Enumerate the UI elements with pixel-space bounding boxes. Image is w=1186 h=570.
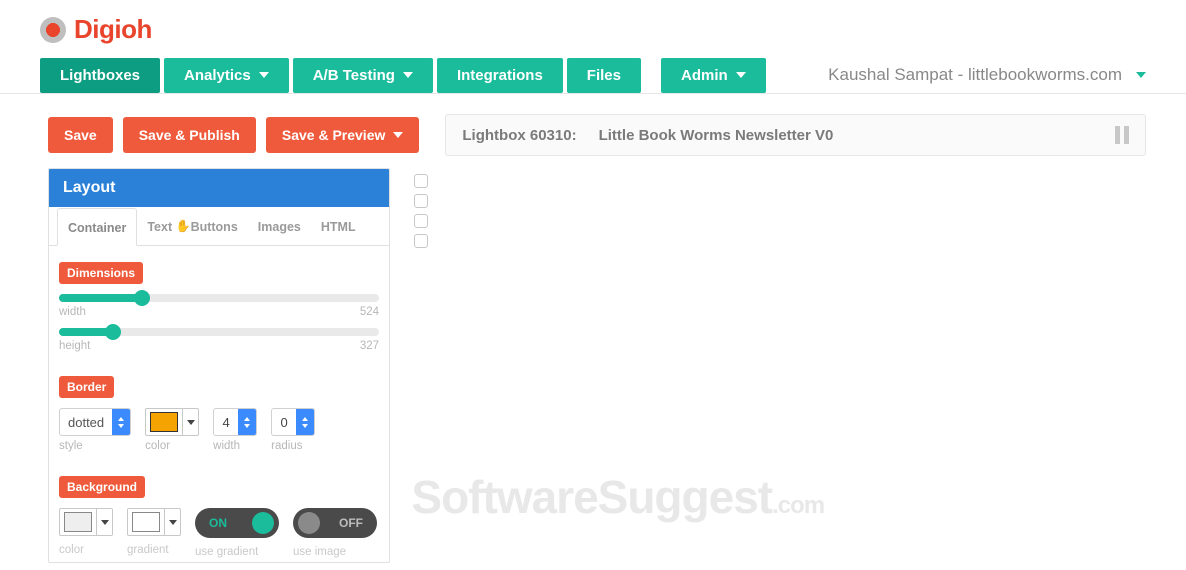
toggle-on-text: ON	[209, 516, 227, 530]
top-nav: Lightboxes Analytics A/B Testing Integra…	[0, 57, 1186, 94]
toggle-knob	[298, 512, 320, 534]
color-chip	[132, 512, 160, 532]
user-menu[interactable]: Kaushal Sampat - littlebookworms.com	[828, 57, 1146, 93]
border-badge: Border	[59, 376, 114, 398]
chevron-down-icon	[164, 509, 180, 535]
border-radius-input[interactable]: 0	[271, 408, 315, 436]
width-slider[interactable]: width 524	[59, 294, 379, 318]
stepper-icon[interactable]	[112, 408, 130, 436]
save-preview-button[interactable]: Save & Preview	[266, 117, 420, 153]
bg-gradient-picker[interactable]	[127, 508, 181, 536]
border-style-value: dotted	[60, 415, 112, 430]
toggle-off-text: OFF	[339, 516, 363, 530]
nav-admin[interactable]: Admin	[661, 58, 766, 93]
border-radius-label: radius	[271, 440, 315, 452]
nav-lightboxes[interactable]: Lightboxes	[40, 58, 160, 93]
checkbox[interactable]	[414, 194, 428, 208]
nav-integrations-label: Integrations	[457, 67, 543, 84]
logo-area: Digioh	[0, 0, 1186, 57]
user-menu-label: Kaushal Sampat - littlebookworms.com	[828, 65, 1122, 85]
nav-integrations[interactable]: Integrations	[437, 58, 563, 93]
chevron-down-icon	[1136, 72, 1146, 78]
layout-tabs: Container Text ✋Buttons Images HTML	[49, 207, 389, 246]
layout-panel: Layout Container Text ✋Buttons Images HT…	[48, 168, 390, 563]
tab-buttons-label: Buttons	[191, 220, 238, 234]
save-publish-label: Save & Publish	[139, 127, 240, 143]
bg-color-picker[interactable]	[59, 508, 113, 536]
color-chip	[150, 412, 178, 432]
background-badge: Background	[59, 476, 145, 498]
nav-analytics-label: Analytics	[184, 67, 251, 84]
nav-admin-label: Admin	[681, 67, 728, 84]
save-button-label: Save	[64, 127, 97, 143]
stepper-icon[interactable]	[296, 408, 314, 436]
nav-files[interactable]: Files	[567, 58, 641, 93]
nav-files-label: Files	[587, 67, 621, 84]
chevron-down-icon	[393, 132, 403, 138]
lightbox-title-bar: Lightbox 60310: Little Book Worms Newsle…	[445, 114, 1146, 156]
width-label: width	[59, 306, 86, 318]
border-color-label: color	[145, 440, 199, 452]
height-slider[interactable]: height 327	[59, 328, 379, 352]
height-value: 327	[360, 340, 379, 352]
tab-text-label: Text	[147, 220, 172, 234]
checkbox[interactable]	[414, 234, 428, 248]
tab-html[interactable]: HTML	[311, 208, 366, 246]
border-style-label: style	[59, 440, 131, 452]
tab-images[interactable]: Images	[248, 208, 311, 246]
border-color-picker[interactable]	[145, 408, 199, 436]
use-gradient-toggle[interactable]: ON	[195, 508, 279, 538]
panel-header: Layout	[49, 169, 389, 207]
preview-checkboxes	[414, 168, 428, 248]
tab-text[interactable]: Text ✋Buttons	[137, 208, 247, 246]
lightbox-id: Lightbox 60310:	[462, 127, 576, 144]
border-width-input[interactable]: 4	[213, 408, 257, 436]
border-style-select[interactable]: dotted	[59, 408, 131, 436]
bg-color-label: color	[59, 544, 113, 556]
logo-icon	[40, 17, 66, 43]
pause-icon[interactable]	[1115, 126, 1129, 144]
logo-text: Digioh	[74, 14, 152, 45]
cursor-icon: ✋	[176, 219, 191, 233]
use-gradient-label: use gradient	[195, 546, 279, 558]
nav-abtesting[interactable]: A/B Testing	[293, 58, 433, 93]
chevron-down-icon	[182, 409, 198, 435]
nav-analytics[interactable]: Analytics	[164, 58, 289, 93]
stepper-icon[interactable]	[238, 408, 256, 436]
color-chip	[64, 512, 92, 532]
use-image-toggle[interactable]: OFF	[293, 508, 377, 538]
save-button[interactable]: Save	[48, 117, 113, 153]
border-width-label: width	[213, 440, 257, 452]
chevron-down-icon	[736, 72, 746, 78]
checkbox[interactable]	[414, 214, 428, 228]
save-preview-label: Save & Preview	[282, 127, 386, 143]
chevron-down-icon	[259, 72, 269, 78]
save-publish-button[interactable]: Save & Publish	[123, 117, 256, 153]
chevron-down-icon	[96, 509, 112, 535]
bg-gradient-label: gradient	[127, 544, 181, 556]
nav-abtesting-label: A/B Testing	[313, 67, 395, 84]
border-width-value: 4	[214, 415, 238, 430]
toggle-knob	[252, 512, 274, 534]
use-image-label: use image	[293, 546, 377, 558]
nav-lightboxes-label: Lightboxes	[60, 67, 140, 84]
lightbox-name: Little Book Worms Newsletter V0	[599, 127, 834, 144]
width-value: 524	[360, 306, 379, 318]
dimensions-badge: Dimensions	[59, 262, 143, 284]
height-label: height	[59, 340, 90, 352]
action-row: Save Save & Publish Save & Preview Light…	[0, 94, 1186, 156]
chevron-down-icon	[403, 72, 413, 78]
border-radius-value: 0	[272, 415, 296, 430]
tab-container[interactable]: Container	[57, 208, 137, 246]
checkbox[interactable]	[414, 174, 428, 188]
